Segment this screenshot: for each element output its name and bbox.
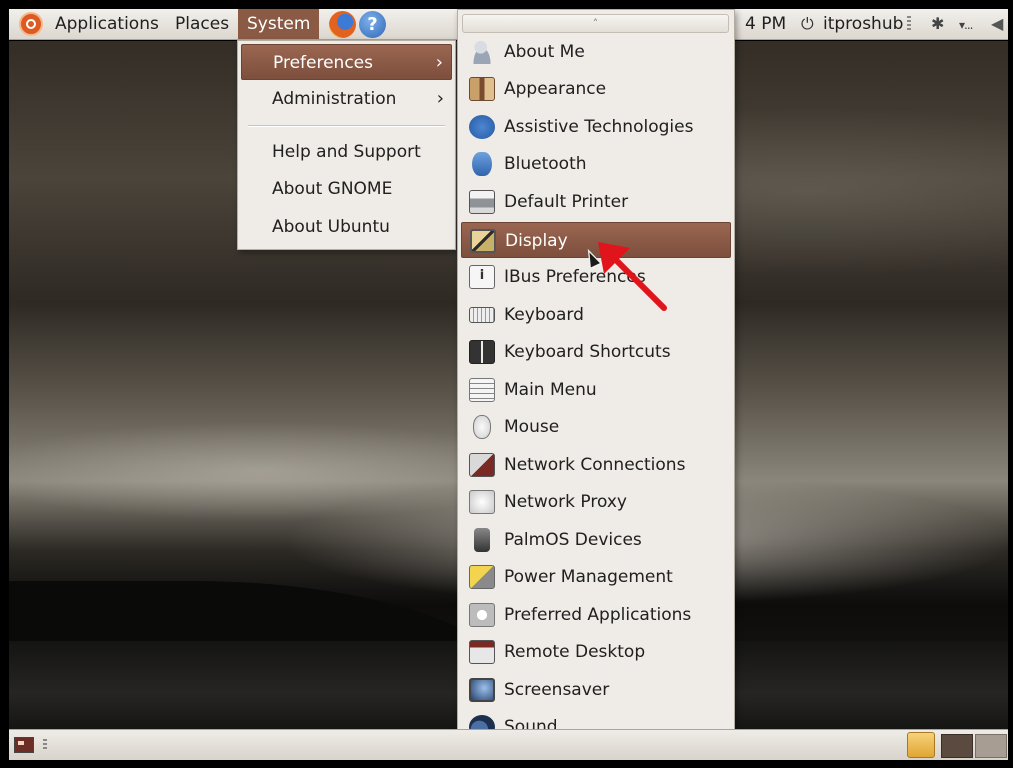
bluetooth-icon[interactable]: ✱: [931, 9, 944, 39]
pref-item-network-proxy[interactable]: Network Proxy: [461, 484, 731, 520]
accessibility-icon: [469, 115, 495, 139]
pref-item-label: Bluetooth: [504, 154, 587, 174]
pref-item-assistive-technologies[interactable]: Assistive Technologies: [461, 109, 731, 145]
pref-item-label: Display: [505, 231, 568, 251]
screen: Applications Places System ? 4 PM ⏻ itpr…: [0, 0, 1013, 768]
menu-item-label: Administration: [272, 89, 397, 109]
clock[interactable]: 4 PM: [745, 9, 786, 39]
preferences-submenu: ˄ About Me Appearance Assistive Technolo…: [457, 9, 735, 760]
pref-item-label: Preferred Applications: [504, 605, 692, 625]
menu-item-about-gnome[interactable]: About GNOME: [241, 171, 452, 207]
pref-item-label: Mouse: [504, 417, 560, 437]
printer-icon: [469, 190, 495, 214]
help-icon[interactable]: ?: [359, 11, 386, 38]
menu-item-administration[interactable]: Administration ›: [241, 81, 452, 117]
menu-item-help-and-support[interactable]: Help and Support: [241, 134, 452, 170]
menu-item-preferences[interactable]: Preferences ›: [241, 44, 452, 80]
pref-item-label: Power Management: [504, 567, 673, 587]
pref-item-default-printer[interactable]: Default Printer: [461, 184, 731, 220]
pref-item-mouse[interactable]: Mouse: [461, 409, 731, 445]
menu-item-label: Preferences: [273, 53, 373, 73]
menu-item-label: Help and Support: [272, 142, 421, 162]
pref-item-label: Default Printer: [504, 192, 629, 212]
pref-item-label: Keyboard: [504, 305, 584, 325]
pref-item-label: Remote Desktop: [504, 642, 646, 662]
menu-separator: [248, 125, 445, 127]
keyboard-icon: [469, 307, 495, 323]
pref-item-label: PalmOS Devices: [504, 530, 642, 550]
menu-item-label: About Ubuntu: [272, 217, 390, 237]
about-me-icon: [469, 40, 495, 64]
places-menu[interactable]: Places: [166, 9, 238, 39]
pref-item-label: Screensaver: [504, 680, 610, 700]
network-proxy-icon: [469, 490, 495, 514]
chevron-right-icon: ›: [436, 88, 444, 109]
appearance-icon: [469, 77, 495, 101]
pref-item-label: Assistive Technologies: [504, 117, 694, 137]
preferred-apps-icon: [469, 603, 495, 627]
menu-item-about-ubuntu[interactable]: About Ubuntu: [241, 209, 452, 245]
mouse-icon: [473, 415, 491, 439]
menu-item-label: About GNOME: [272, 179, 393, 199]
pref-item-label: About Me: [504, 42, 585, 62]
applications-menu[interactable]: Applications: [46, 9, 168, 39]
pref-item-palmos-devices[interactable]: PalmOS Devices: [461, 522, 731, 558]
keyboard-shortcuts-icon: [469, 340, 495, 364]
network-connections-icon: [469, 453, 495, 477]
pref-item-label: Main Menu: [504, 380, 597, 400]
ibus-icon: i: [469, 265, 495, 289]
pref-item-about-me[interactable]: About Me: [461, 34, 731, 70]
pref-item-power-management[interactable]: Power Management: [461, 559, 731, 595]
pref-item-main-menu[interactable]: Main Menu: [461, 372, 731, 408]
system-menu: Preferences › Administration › Help and …: [237, 40, 456, 250]
pref-item-label: Network Connections: [504, 455, 686, 475]
bottom-panel: [9, 729, 1008, 760]
pref-item-bluetooth[interactable]: Bluetooth: [461, 146, 731, 182]
ubuntu-logo-icon[interactable]: [19, 12, 43, 36]
panel-separator: [43, 739, 47, 751]
panel-separator: [907, 16, 911, 32]
display-icon: [470, 229, 496, 253]
pref-item-network-connections[interactable]: Network Connections: [461, 447, 731, 483]
firefox-icon[interactable]: [329, 11, 356, 38]
pref-item-appearance[interactable]: Appearance: [461, 71, 731, 107]
palm-device-icon: [474, 528, 490, 552]
network-icon[interactable]: ▾...: [959, 9, 974, 39]
pref-item-keyboard-shortcuts[interactable]: Keyboard Shortcuts: [461, 334, 731, 370]
power-icon[interactable]: ⏻: [801, 9, 814, 39]
system-menu-button[interactable]: System: [238, 9, 320, 39]
pref-item-label: Keyboard Shortcuts: [504, 342, 671, 362]
trash-icon[interactable]: [907, 732, 935, 758]
red-arrow-annotation-icon: [598, 242, 667, 311]
scroll-up-button[interactable]: ˄: [462, 14, 729, 33]
pref-item-label: Appearance: [504, 79, 607, 99]
show-desktop-icon[interactable]: [14, 737, 34, 753]
pref-item-label: Network Proxy: [504, 492, 627, 512]
pref-item-preferred-applications[interactable]: Preferred Applications: [461, 597, 731, 633]
pref-item-screensaver[interactable]: Screensaver: [461, 672, 731, 708]
volume-icon[interactable]: ◀︎: [991, 9, 1003, 39]
screensaver-icon: [469, 678, 495, 702]
bluetooth-icon: [472, 152, 492, 176]
pref-item-remote-desktop[interactable]: Remote Desktop: [461, 634, 731, 670]
power-management-icon: [469, 565, 495, 589]
workspace-1[interactable]: [941, 734, 973, 758]
chevron-right-icon: ›: [435, 52, 443, 73]
user-name[interactable]: itproshub: [823, 9, 903, 39]
main-menu-icon: [469, 378, 495, 402]
workspace-2[interactable]: [975, 734, 1007, 758]
remote-desktop-icon: [469, 640, 495, 664]
